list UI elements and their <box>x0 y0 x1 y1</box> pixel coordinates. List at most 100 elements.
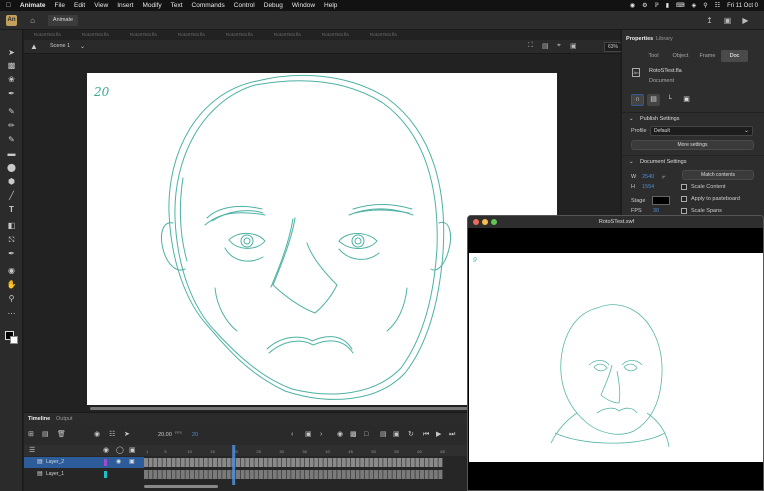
clip-icon[interactable]: ▣ <box>570 42 577 50</box>
center-stage-icon[interactable]: ⌖ <box>557 42 561 50</box>
frame-cell[interactable] <box>314 470 319 479</box>
frame-cell[interactable] <box>162 470 167 479</box>
loop-playback-icon[interactable]: ↻ <box>408 430 414 439</box>
delete-layer-icon[interactable]: 🗑 <box>57 430 66 439</box>
frame-cell[interactable] <box>259 470 263 479</box>
play-icon[interactable]: ▶ <box>436 430 441 439</box>
edit-multiple-icon[interactable]: □ <box>364 430 368 439</box>
first-frame-icon[interactable]: ⏮ <box>423 430 429 439</box>
frame-cell[interactable] <box>374 470 378 479</box>
frame-cell[interactable] <box>438 470 443 479</box>
frame-cell[interactable] <box>176 470 181 479</box>
frame-cell[interactable] <box>199 470 204 479</box>
frame-cell[interactable] <box>387 458 392 467</box>
menu-control[interactable]: Control <box>234 2 255 9</box>
frames-grid[interactable]: 1 5 10 15 20 25 30 35 40 45 50 55 60 65 <box>144 445 467 485</box>
frame-cell[interactable] <box>213 470 217 479</box>
frame-cell[interactable] <box>318 458 323 467</box>
menu-commands[interactable]: Commands <box>192 2 225 9</box>
selection-tool-icon[interactable]: ➤ <box>6 48 17 58</box>
frame-cell[interactable] <box>360 470 365 479</box>
search-icon[interactable]: ⚲ <box>703 2 707 9</box>
timeline-scrollbar[interactable] <box>144 485 218 488</box>
frame-cell[interactable] <box>337 470 342 479</box>
frame-cell[interactable] <box>226 470 231 479</box>
frame-cell[interactable] <box>346 470 351 479</box>
frame-cell[interactable] <box>190 458 194 467</box>
frame-cell[interactable] <box>157 470 162 479</box>
snap-icon[interactable]: ⛶ <box>528 42 533 50</box>
frame-cell[interactable] <box>295 458 300 467</box>
paint-bucket-icon[interactable]: ⛞ <box>6 235 17 245</box>
frame-cell[interactable] <box>424 458 429 467</box>
visibility-icon[interactable]: ◉ <box>116 457 121 468</box>
frame-cell[interactable] <box>245 458 250 467</box>
frame-cell[interactable] <box>263 458 268 467</box>
publish-settings-header[interactable]: ⌄ Publish Settings <box>622 112 764 124</box>
layer-color-tag[interactable] <box>104 459 107 466</box>
frame-cell[interactable] <box>341 470 346 479</box>
new-layer-icon[interactable]: ⊞ <box>28 430 34 439</box>
lock-icon[interactable]: ▣ <box>129 457 135 468</box>
frame-cell[interactable] <box>406 470 411 479</box>
doc-tab[interactable]: RotoSTest.fla <box>322 32 349 37</box>
menu-insert[interactable]: Insert <box>117 2 133 9</box>
stage-scrollbar[interactable] <box>90 407 470 410</box>
frame-cell[interactable] <box>185 458 190 467</box>
frame-cell[interactable] <box>337 458 342 467</box>
frame-cell[interactable] <box>162 458 167 467</box>
zoom-icon[interactable] <box>491 219 497 225</box>
fill-color-swatch[interactable] <box>10 336 18 344</box>
layer-color-tag[interactable] <box>104 471 107 478</box>
frame-cell[interactable] <box>291 458 296 467</box>
scale-spans-checkbox[interactable] <box>681 208 687 214</box>
align-icon[interactable]: ▤ <box>647 94 660 106</box>
doc-tab[interactable]: RotoSTest.fla <box>370 32 397 37</box>
zoom-tool-icon[interactable]: ⚲ <box>6 294 17 304</box>
frame-cell[interactable] <box>323 458 328 467</box>
frame-cell[interactable] <box>217 458 222 467</box>
frame-cell[interactable] <box>401 470 406 479</box>
frame-cell[interactable] <box>309 458 314 467</box>
frame-cell[interactable] <box>328 470 332 479</box>
subtab-object[interactable]: Object <box>667 50 694 62</box>
frame-cell[interactable] <box>309 470 314 479</box>
outline-all-icon[interactable]: ◯ <box>116 446 124 454</box>
menu-modify[interactable]: Modify <box>142 2 161 9</box>
frame-cell[interactable] <box>282 470 286 479</box>
frame-cell[interactable] <box>318 470 323 479</box>
frame-cell[interactable] <box>383 470 388 479</box>
frame-cell[interactable] <box>148 458 153 467</box>
frame-cell[interactable] <box>203 458 208 467</box>
menu-edit[interactable]: Edit <box>74 2 85 9</box>
brush-tool-icon[interactable]: ✏ <box>6 121 17 131</box>
scene-icon[interactable]: ▲ <box>30 42 38 51</box>
frame-cell[interactable] <box>300 458 305 467</box>
frame-cell[interactable] <box>360 458 365 467</box>
frame-cell[interactable] <box>282 458 286 467</box>
frame-cell[interactable] <box>378 470 383 479</box>
doc-tab[interactable]: RotoSTest.fla <box>34 32 61 37</box>
layer-parenting-icon[interactable]: ☷ <box>109 430 115 439</box>
frame-cell[interactable] <box>203 470 208 479</box>
frame-cell[interactable] <box>194 458 199 467</box>
fluid-brush-icon[interactable]: ✎ <box>6 107 17 117</box>
frame-cell[interactable] <box>286 470 291 479</box>
frame-cell[interactable] <box>213 458 217 467</box>
frame-cell[interactable] <box>410 458 415 467</box>
frame-cell[interactable] <box>351 458 355 467</box>
frame-cell[interactable] <box>208 470 213 479</box>
frame-cell[interactable] <box>420 458 424 467</box>
frame-cell[interactable] <box>433 458 438 467</box>
corner-icon[interactable]: └ <box>663 94 676 106</box>
tab-timeline[interactable]: Timeline <box>28 416 50 422</box>
new-folder-icon[interactable]: ▤ <box>42 430 49 439</box>
menu-animate[interactable]: Animate <box>20 2 46 9</box>
frame-cell[interactable] <box>323 470 328 479</box>
frame-cell[interactable] <box>346 458 351 467</box>
frame-cell[interactable] <box>222 458 227 467</box>
frame-cell[interactable] <box>245 470 250 479</box>
fps-field[interactable]: 30 <box>653 208 659 214</box>
tab-library[interactable]: Library <box>656 36 673 42</box>
scale-content-checkbox[interactable] <box>681 184 687 190</box>
